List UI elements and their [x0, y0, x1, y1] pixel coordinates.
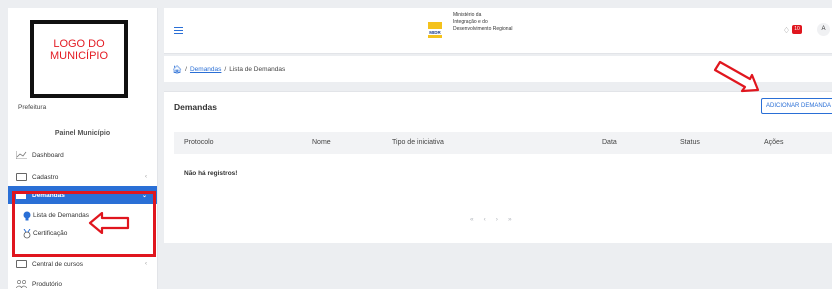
- demandas-card: Demandas ADICIONAR DEMANDA Protocolo Nom…: [164, 91, 832, 243]
- top-header: MIDR Ministério da Integração e do Desen…: [164, 8, 832, 54]
- svg-text:MIDR: MIDR: [429, 30, 441, 35]
- home-icon[interactable]: 🏠︎: [172, 65, 182, 74]
- pagination: « ‹ › »: [470, 216, 512, 223]
- sidebar-item-label: Produtório: [32, 280, 62, 288]
- column-data[interactable]: Data: [602, 139, 617, 146]
- breadcrumb: 🏠︎ / Demandas / Lista de Demandas: [172, 65, 285, 74]
- first-page-button[interactable]: «: [470, 216, 474, 223]
- column-status[interactable]: Status: [680, 139, 700, 146]
- folder-icon: [16, 173, 27, 181]
- sidebar-item-dashboard[interactable]: Dashboard: [8, 146, 157, 164]
- add-demanda-button[interactable]: ADICIONAR DEMANDA: [760, 98, 832, 114]
- breadcrumb-sep: /: [224, 66, 227, 73]
- sidebar-item-produtorio[interactable]: Produtório: [8, 275, 157, 289]
- chevron-left-icon: ‹: [145, 261, 147, 267]
- ministry-name: Ministério da Integração e do Desenvolvi…: [453, 12, 513, 32]
- table-header: Protocolo Nome Tipo de iniciativa Data S…: [174, 132, 832, 154]
- column-nome[interactable]: Nome: [312, 139, 331, 146]
- sidebar-item-cadastro[interactable]: Cadastro ‹: [8, 168, 157, 186]
- bell-icon[interactable]: ♢: [783, 26, 790, 35]
- annotation-arrow-left-icon: [88, 212, 130, 234]
- sidebar-item-label: Central de cursos: [32, 260, 83, 268]
- empty-state-message: Não há registros!: [184, 170, 238, 177]
- next-page-button[interactable]: ›: [496, 216, 498, 223]
- sidebar-item-central-de-cursos[interactable]: Central de cursos ‹: [8, 255, 157, 273]
- ministry-logo-icon: MIDR: [426, 22, 444, 38]
- people-icon: [16, 280, 27, 288]
- notification-badge[interactable]: 10: [792, 25, 802, 34]
- column-tipo-de-iniciativa[interactable]: Tipo de iniciativa: [392, 139, 444, 146]
- prefeitura-label: Prefeitura: [18, 104, 47, 111]
- last-page-button[interactable]: »: [508, 216, 512, 223]
- column-acoes: Ações: [764, 139, 784, 146]
- panel-title: Painel Município: [54, 130, 111, 137]
- sidebar-item-label: Dashboard: [32, 151, 64, 159]
- annotation-arrow-right-icon: [713, 60, 760, 93]
- annotation-highlight-box: [12, 191, 156, 257]
- municipality-logo: LOGO DO MUNICÍPIO: [30, 20, 128, 98]
- folder-icon: [16, 260, 27, 268]
- breadcrumb-sep: /: [185, 66, 187, 73]
- sidebar: LOGO DO MUNICÍPIO Prefeitura Painel Muni…: [8, 8, 158, 289]
- column-protocolo[interactable]: Protocolo: [184, 139, 214, 146]
- prev-page-button[interactable]: ‹: [484, 216, 486, 223]
- breadcrumb-link-demandas[interactable]: Demandas: [190, 66, 221, 73]
- sidebar-item-label: Cadastro: [32, 173, 59, 181]
- chevron-left-icon: ‹: [145, 174, 147, 180]
- page-title: Demandas: [174, 102, 217, 112]
- logo-text: LOGO DO MUNICÍPIO: [49, 38, 109, 62]
- breadcrumb-current: Lista de Demandas: [229, 66, 286, 73]
- avatar[interactable]: A: [817, 23, 830, 36]
- chart-line-icon: [16, 151, 27, 159]
- menu-icon[interactable]: [174, 27, 183, 34]
